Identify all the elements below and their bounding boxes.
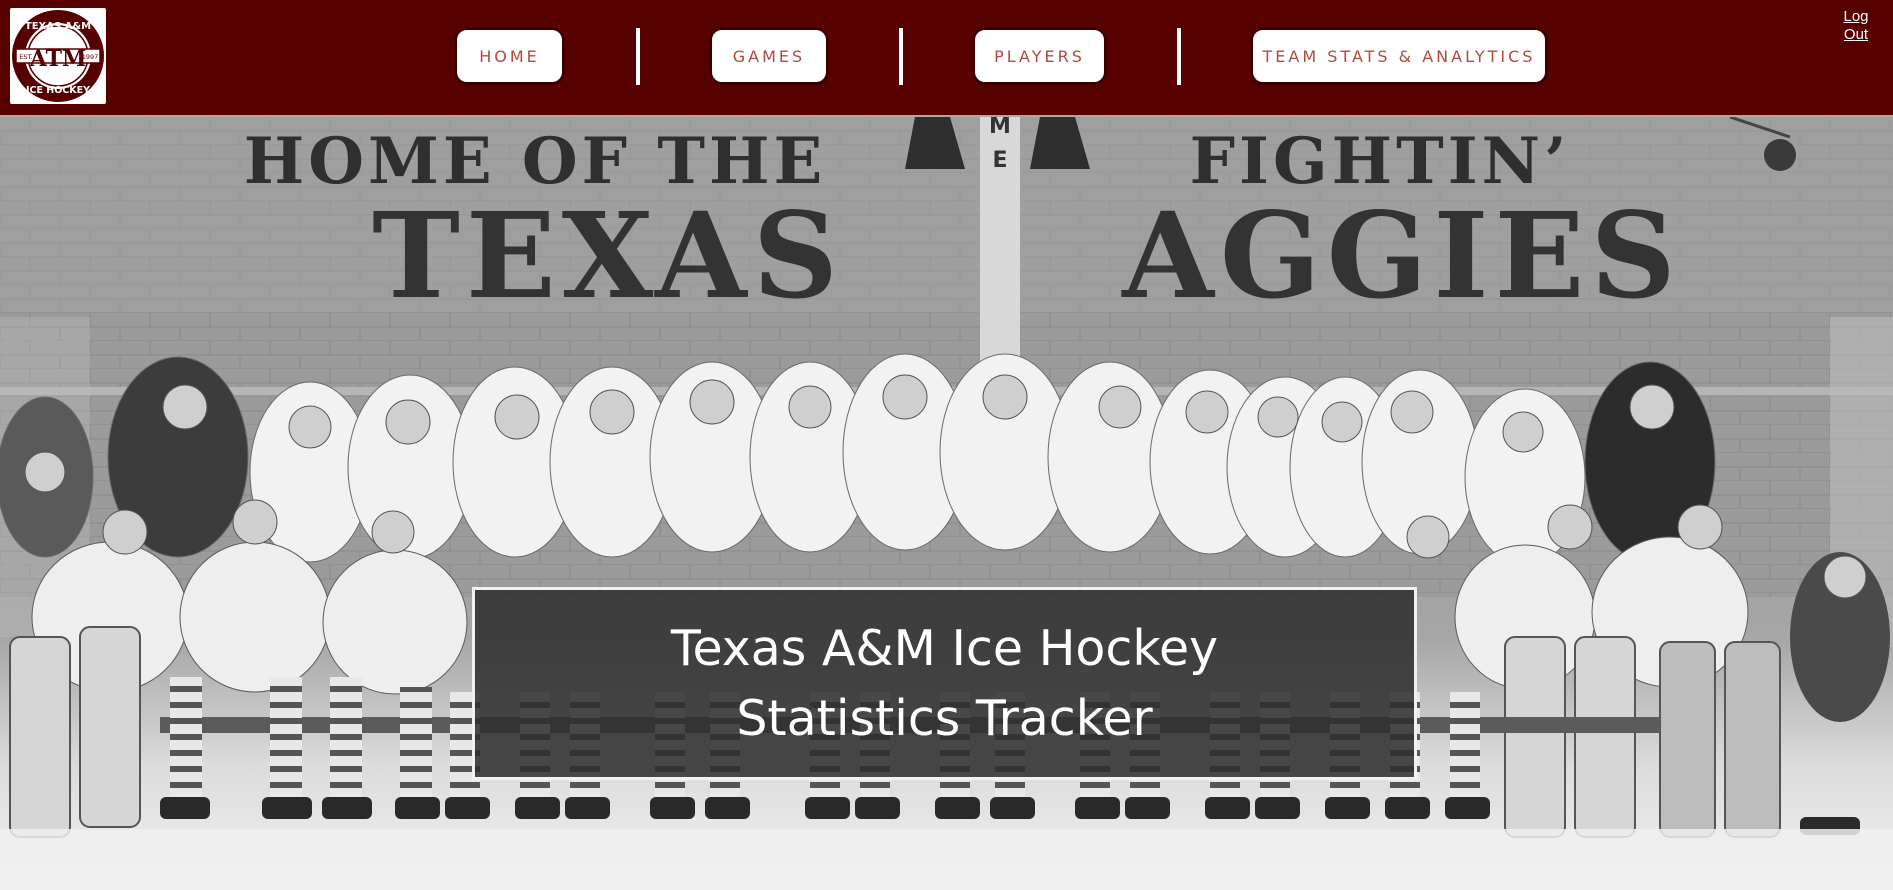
- aggie-hockey-logo-icon: TEXAS A&M EST. 1997 ATM ICE HOCKEY: [12, 10, 104, 102]
- nav-games-button[interactable]: GAMES: [710, 28, 828, 84]
- nav-divider: [636, 28, 640, 85]
- wall-text-texas: TEXAS: [372, 186, 844, 325]
- hero-title-line1: Texas A&M Ice Hockey: [670, 619, 1219, 677]
- nav-home-button[interactable]: HOME: [455, 28, 564, 84]
- team-logo[interactable]: TEXAS A&M EST. 1997 ATM ICE HOCKEY: [10, 8, 106, 104]
- team-photo-hero: M E HOME OF THE FIGHTIN’ TEXAS AGGIES Te…: [0, 117, 1893, 890]
- nav-team-stats-button[interactable]: TEAM STATS & ANALYTICS: [1251, 28, 1547, 84]
- hero-title-line2: Statistics Tracker: [736, 689, 1153, 747]
- svg-text:E: E: [992, 148, 1007, 173]
- svg-text:M: M: [989, 117, 1011, 139]
- nav-players-button[interactable]: PLAYERS: [973, 28, 1106, 84]
- nav-divider: [899, 28, 903, 85]
- wall-text-aggies: AGGIES: [1121, 186, 1681, 325]
- logout-label-line1: Log: [1843, 8, 1869, 25]
- svg-text:TEXAS A&M: TEXAS A&M: [25, 21, 91, 32]
- svg-text:ATM: ATM: [29, 46, 87, 72]
- nav-divider: [1177, 28, 1181, 85]
- logout-label-line2: Out: [1843, 26, 1869, 43]
- svg-text:ICE HOCKEY: ICE HOCKEY: [26, 85, 90, 96]
- hero-title-box: Texas A&M Ice Hockey Statistics Tracker: [472, 587, 1417, 780]
- logout-link[interactable]: Log Out: [1836, 8, 1876, 44]
- top-navigation-bar: TEXAS A&M EST. 1997 ATM ICE HOCKEY HOME …: [0, 0, 1893, 117]
